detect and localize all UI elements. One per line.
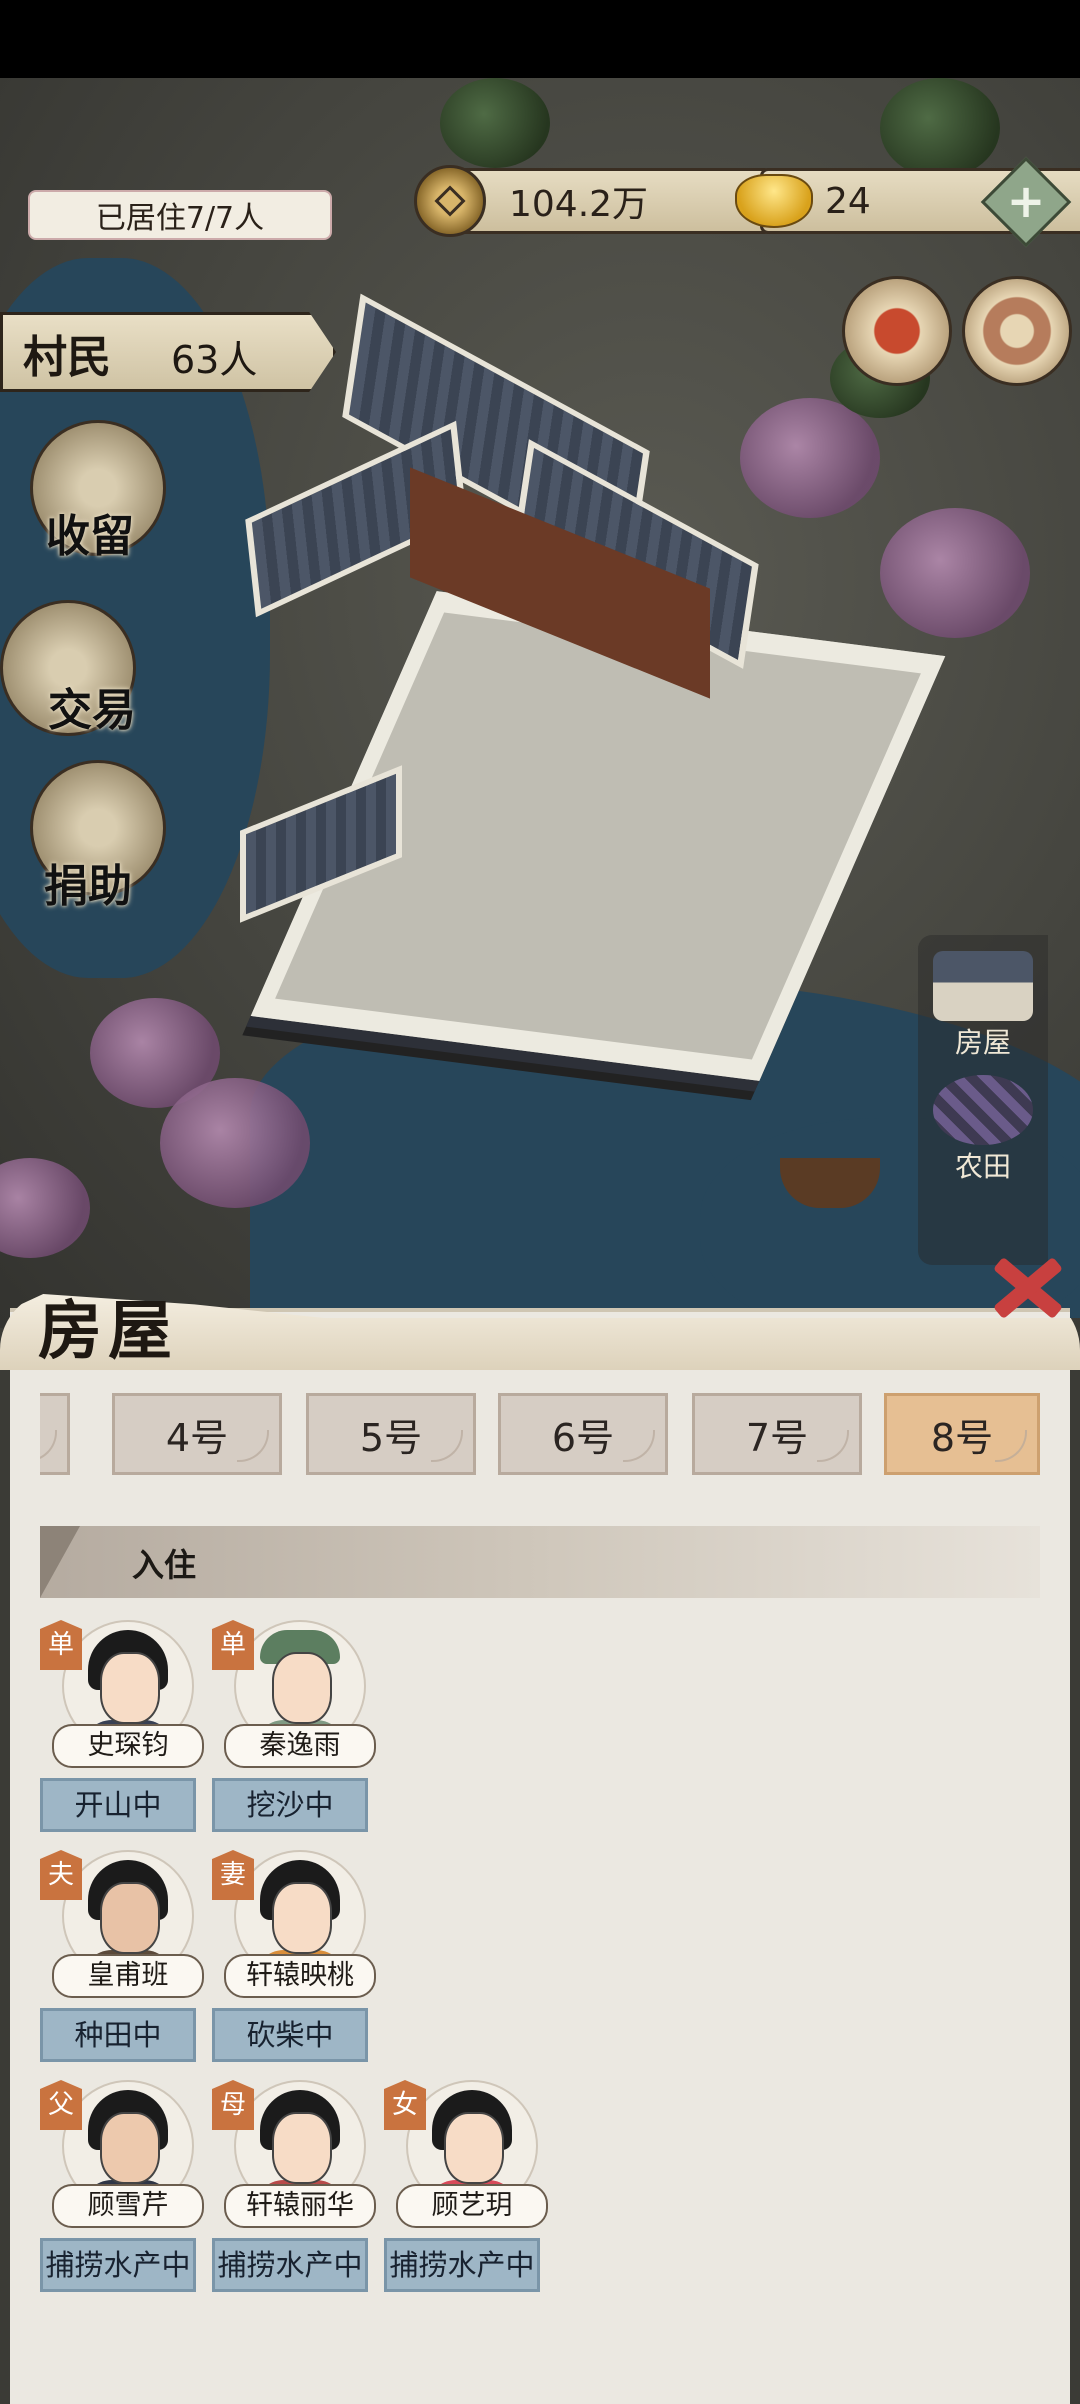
resident-name: 史琛钧: [52, 1724, 204, 1768]
relation-tag: 母: [212, 2080, 254, 2130]
occupancy-badge: 已居住7/7人: [28, 190, 332, 240]
resident-name: 轩辕丽华: [224, 2184, 376, 2228]
resident-name: 轩辕映桃: [224, 1954, 376, 1998]
trade-label: 交易: [48, 685, 136, 736]
coin-icon: [414, 165, 486, 237]
resident-card[interactable]: 母 轩辕丽华 捕捞水产中: [212, 2080, 376, 2300]
rail-label-house: 房屋: [954, 1026, 1011, 1059]
panel-title: 房屋: [38, 1294, 178, 1369]
relation-tag: 夫: [40, 1850, 82, 1900]
resident-card[interactable]: 女 顾艺玥 捕捞水产中: [384, 2080, 548, 2300]
tab-prev-partial[interactable]: [40, 1393, 70, 1475]
resident-name: 秦逸雨: [224, 1724, 376, 1768]
coin-counter: 104.2万: [440, 168, 772, 234]
tab-6[interactable]: 6号: [498, 1393, 668, 1475]
villager-label: 村民: [23, 332, 111, 383]
occupants-section-header: 入住: [40, 1526, 1040, 1598]
settings-gear-icon[interactable]: [962, 276, 1072, 386]
section-accent: [40, 1526, 80, 1598]
relation-tag: 单: [212, 1620, 254, 1670]
tab-label: 5号: [359, 1415, 423, 1460]
resident-card[interactable]: 夫 皇甫班 种田中: [40, 1850, 204, 2070]
tab-label: 7号: [745, 1415, 809, 1460]
tab-7[interactable]: 7号: [692, 1393, 862, 1475]
gold-ingot-icon: [735, 174, 813, 228]
tab-8[interactable]: 8号: [884, 1393, 1040, 1475]
resident-card[interactable]: 妻 轩辕映桃 砍柴中: [212, 1850, 376, 2070]
work-status: 挖沙中: [212, 1778, 368, 1832]
selected-house[interactable]: [120, 293, 980, 1138]
resident-name: 皇甫班: [52, 1954, 204, 1998]
work-status: 捕捞水产中: [384, 2238, 540, 2292]
work-status: 种田中: [40, 2008, 196, 2062]
resident-card[interactable]: 父 顾雪芹 捕捞水产中: [40, 2080, 204, 2300]
relation-tag: 女: [384, 2080, 426, 2130]
rail-label-farm: 农田: [954, 1150, 1011, 1183]
ingot-value: 24: [825, 180, 871, 222]
work-status: 砍柴中: [212, 2008, 368, 2062]
house-tabs: 4号 5号 6号 7号 8号: [40, 1393, 1040, 1479]
tab-4[interactable]: 4号: [112, 1393, 282, 1475]
shelter-label: 收留: [46, 511, 134, 562]
rail-item-house[interactable]: 房屋: [928, 951, 1038, 1061]
panel-header: 房屋: [0, 1268, 1080, 1370]
pine-tree: [440, 78, 550, 168]
close-icon[interactable]: [985, 1250, 1065, 1320]
relation-tag: 妻: [212, 1850, 254, 1900]
occupancy-text: 已居住7/7人: [95, 201, 265, 236]
work-status: 捕捞水产中: [40, 2238, 196, 2292]
rail-item-farm[interactable]: 农田: [928, 1075, 1038, 1185]
tab-5[interactable]: 5号: [306, 1393, 476, 1475]
section-title: 入住: [132, 1546, 197, 1584]
scroll-icon[interactable]: [842, 276, 952, 386]
relation-tag: 父: [40, 2080, 82, 2130]
farmland-icon: [933, 1075, 1033, 1145]
tab-label: 6号: [551, 1415, 615, 1460]
pine-tree: [880, 78, 1000, 178]
coin-value: 104.2万: [509, 184, 649, 225]
work-status: 捕捞水产中: [212, 2238, 368, 2292]
donate-label: 捐助: [44, 861, 132, 912]
build-rail: 房屋 农田: [918, 935, 1048, 1265]
status-bar: [0, 0, 1080, 78]
resident-card[interactable]: 单 秦逸雨 挖沙中: [212, 1620, 376, 1840]
resident-name: 顾雪芹: [52, 2184, 204, 2228]
villager-count: 63人: [171, 338, 258, 382]
resident-card[interactable]: 单 史琛钧 开山中: [40, 1620, 204, 1840]
tab-label: 4号: [165, 1415, 229, 1460]
tab-label: 8号: [930, 1415, 994, 1460]
work-status: 开山中: [40, 1778, 196, 1832]
house-icon: [933, 951, 1033, 1021]
resident-name: 顾艺玥: [396, 2184, 548, 2228]
relation-tag: 单: [40, 1620, 82, 1670]
plus-icon: +: [1006, 174, 1046, 228]
villager-banner: 村民 63人: [0, 312, 336, 392]
blossom-tree: [0, 1158, 90, 1258]
